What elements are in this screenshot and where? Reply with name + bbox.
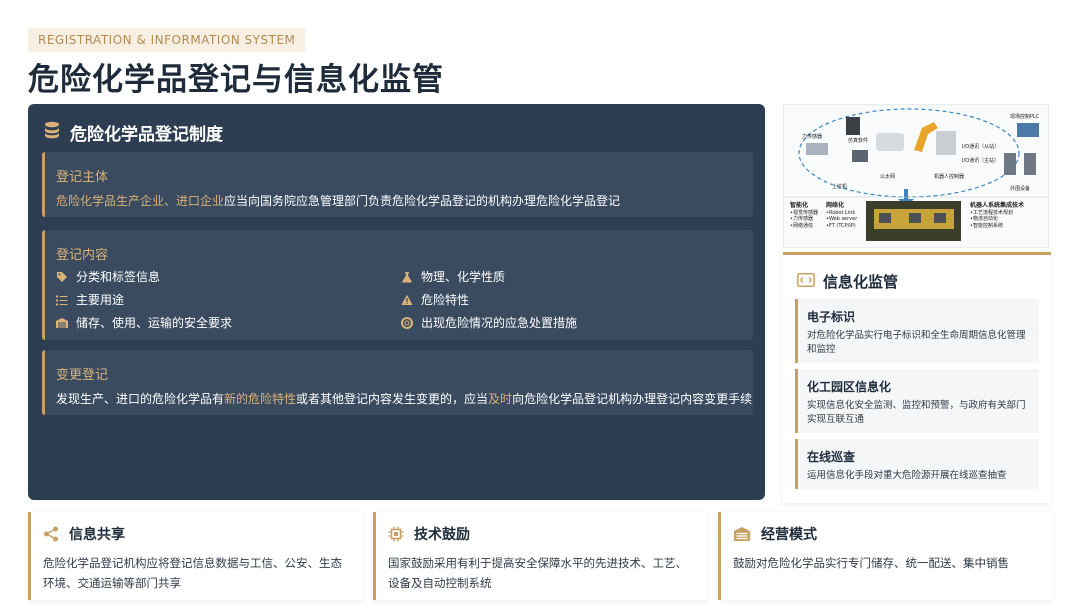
code-window-icon	[797, 272, 815, 291]
bottom-card-text: 危险化学品登记机构应将登记信息数据与工信、公安、生态环境、交通运输等部门共享	[43, 556, 342, 590]
bottom-card-text: 鼓励对危险化学品实行专门储存、统一配送、集中销售	[733, 556, 1009, 570]
bottom-card-title: 信息共享	[69, 527, 125, 543]
content-item: 出现危险情况的应急处置措施	[401, 314, 577, 331]
bottom-card-text: 国家鼓励采用有利于提高安全保障水平的先进技术、工艺、设备及自动控制系统	[388, 556, 687, 590]
diagram-label: 上位机	[832, 184, 848, 190]
registration-title: 危险化学品登记制度	[70, 125, 223, 145]
share-icon	[44, 526, 58, 542]
subject-card: 登记主体 危险化学品生产企业、进口企业应当向国务院应急管理部门负责危险化学品登记…	[42, 152, 753, 217]
content-item: 危险特性	[401, 291, 469, 308]
bottom-card-tech: 技术鼓励 国家鼓励采用有利于提高安全保障水平的先进技术、工艺、设备及自动控制系统	[373, 512, 708, 600]
store-icon	[734, 527, 750, 541]
diagram-feature: 网络化 •Robot Link •Web server •FT (TCP/IP)	[826, 202, 858, 229]
subject-title: 登记主体	[56, 170, 109, 185]
diagram-label: 力传感器	[802, 134, 823, 140]
diagram-label: 机器人控制器	[934, 174, 965, 180]
diagram-label: 以太网	[880, 174, 896, 180]
subject-highlight: 危险化学品生产企业、进口企业	[56, 194, 225, 208]
tag-icon	[57, 271, 67, 282]
bottom-card-title: 技术鼓励	[414, 527, 470, 543]
bottom-card-title: 经营模式	[761, 527, 817, 543]
subject-body: 应当向国务院应急管理部门负责危险化学品登记的机构办理危险化学品登记	[224, 194, 621, 208]
section-tag: REGISTRATION & INFORMATION SYSTEM	[28, 28, 306, 52]
change-text: 发现生产、进口的危险化学品有新的危险特性或者其他登记内容发生变更的，应当及时向危…	[56, 392, 753, 406]
lifebuoy-icon	[401, 316, 413, 329]
content-item: 主要用途	[56, 291, 124, 308]
bottom-card-share: 信息共享 危险化学品登记机构应将登记信息数据与工信、公安、生态环境、交通运输等部…	[28, 512, 363, 600]
diagram-label: 外围设备	[1010, 186, 1031, 192]
content-title: 登记内容	[56, 248, 109, 263]
monitoring-card: 电子标识 对危险化学品实行电子标识和全生命周期信息化管理和监控	[795, 299, 1039, 363]
registration-panel: 危险化学品登记制度 登记主体 危险化学品生产企业、进口企业应当向国务院应急管理部…	[28, 104, 765, 500]
monitoring-panel: 信息化监管 电子标识 对危险化学品实行电子标识和全生命周期信息化管理和监控 化工…	[783, 252, 1051, 503]
content-item: 储存、使用、运输的安全要求	[56, 314, 232, 331]
robot-system-diagram: 力传感器 仿真软件 上位机 以太网 机器人控制器 I/O通讯（从站） I/O通讯…	[783, 104, 1049, 248]
list-icon	[56, 295, 68, 305]
flask-icon	[402, 271, 412, 282]
diagram-feature: 机器人系统集成技术 •工艺流程技术规划 •物流自动化 •智能控制系统	[970, 202, 1025, 229]
diagram-label: 现场控制PLC	[1010, 114, 1040, 120]
content-item: 物理、化学性质	[401, 268, 505, 285]
diagram-label: 仿真软件	[848, 138, 869, 144]
diagram-label: I/O通讯（从站）	[962, 144, 1000, 150]
warning-icon	[401, 294, 413, 305]
registration-header: 危险化学品登记制度	[44, 120, 223, 145]
page-title: 危险化学品登记与信息化监管	[28, 62, 444, 98]
content-card: 登记内容 分类和标签信息 物理、化学性质 主要用途 危险特性 储存、使用、运输的…	[42, 230, 753, 340]
change-title: 变更登记	[56, 368, 109, 383]
content-item: 分类和标签信息	[56, 268, 160, 285]
bottom-card-business: 经营模式 鼓励对危险化学品实行专门储存、统一配送、集中销售	[718, 512, 1053, 600]
subject-text: 危险化学品生产企业、进口企业应当向国务院应急管理部门负责危险化学品登记的机构办理…	[56, 192, 620, 209]
diagram-label: I/O通讯（主站）	[962, 158, 1000, 164]
monitoring-card: 化工园区信息化 实现信息化安全监测、监控和预警，与政府有关部门实现互联互通	[795, 369, 1039, 433]
chip-icon	[388, 526, 404, 542]
change-card: 变更登记 发现生产、进口的危险化学品有新的危险特性或者其他登记内容发生变更的，应…	[42, 350, 753, 415]
monitoring-card: 在线巡查 运用信息化手段对重大危险源开展在线巡查抽查	[795, 439, 1039, 489]
database-icon	[44, 121, 60, 144]
monitoring-title: 信息化监管	[823, 273, 899, 291]
monitoring-header: 信息化监管	[797, 271, 898, 292]
warehouse-icon	[56, 317, 68, 328]
